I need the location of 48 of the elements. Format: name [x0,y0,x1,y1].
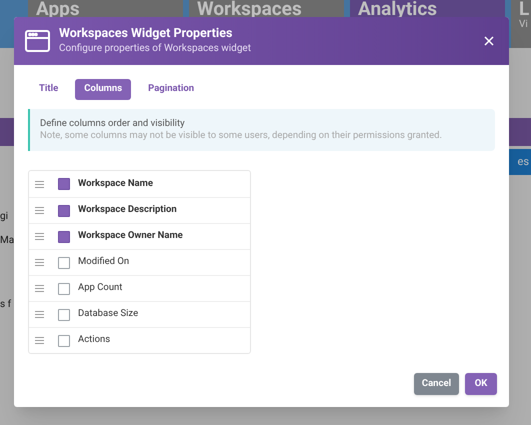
drag-handle-icon[interactable] [35,337,44,344]
drag-handle-icon[interactable] [35,207,44,214]
drag-handle-icon[interactable] [35,233,44,240]
tile-title: L [519,0,530,17]
column-label: Modified On [78,255,130,270]
info-heading: Define columns order and visibility [40,118,186,130]
tile-title: Analytics [358,0,438,17]
dialog-button[interactable]: Cancel [414,373,459,395]
tile-title: Workspaces [197,0,303,17]
column-row[interactable]: Actions [29,327,250,353]
column-row[interactable]: Workspace Owner Name [29,223,250,249]
drag-handle-icon[interactable] [35,180,44,188]
row-text: s f [0,298,12,312]
tile-title: Apps [36,0,81,17]
checkbox[interactable] [58,204,70,216]
column-row[interactable]: Workspace Name [29,171,250,197]
tab[interactable]: Title [30,79,68,100]
dialog-title: Workspaces Widget Properties [59,26,234,42]
tab[interactable]: Pagination [139,79,204,100]
column-label: Database Size [78,307,138,322]
close-icon[interactable] [484,36,494,46]
column-row[interactable]: Workspace Description [29,197,250,223]
column-row[interactable]: Modified On [29,249,250,275]
column-label: Actions [78,333,110,348]
checkbox[interactable] [58,334,70,346]
drag-handle-icon[interactable] [35,259,44,266]
column-row[interactable]: Database Size [29,301,250,327]
checkbox[interactable] [58,282,70,294]
dialog-subtitle: Configure properties of Workspaces widget [59,42,252,56]
column-label: Workspace Owner Name [78,229,183,244]
tile-subtitle: Vi [519,20,529,30]
checkbox[interactable] [58,308,70,320]
column-label: Workspace Name [78,176,153,191]
checkbox[interactable] [58,256,70,268]
dialog-button[interactable]: OK [465,373,497,395]
column-label: App Count [78,281,122,296]
drag-handle-icon[interactable] [35,311,44,318]
tab[interactable]: Columns [75,79,132,100]
column-label: Workspace Description [78,203,177,218]
row-text: gi [0,210,8,224]
window-icon [25,30,50,52]
page-button[interactable]: es [509,149,531,175]
checkbox[interactable] [58,178,70,190]
column-row[interactable]: App Count [29,275,250,301]
checkbox[interactable] [58,230,70,242]
row-text: Ma [0,234,14,248]
drag-handle-icon[interactable] [35,285,44,292]
info-note: Note, some columns may not be visible to some users, depending on their permissions granted. [40,130,444,142]
